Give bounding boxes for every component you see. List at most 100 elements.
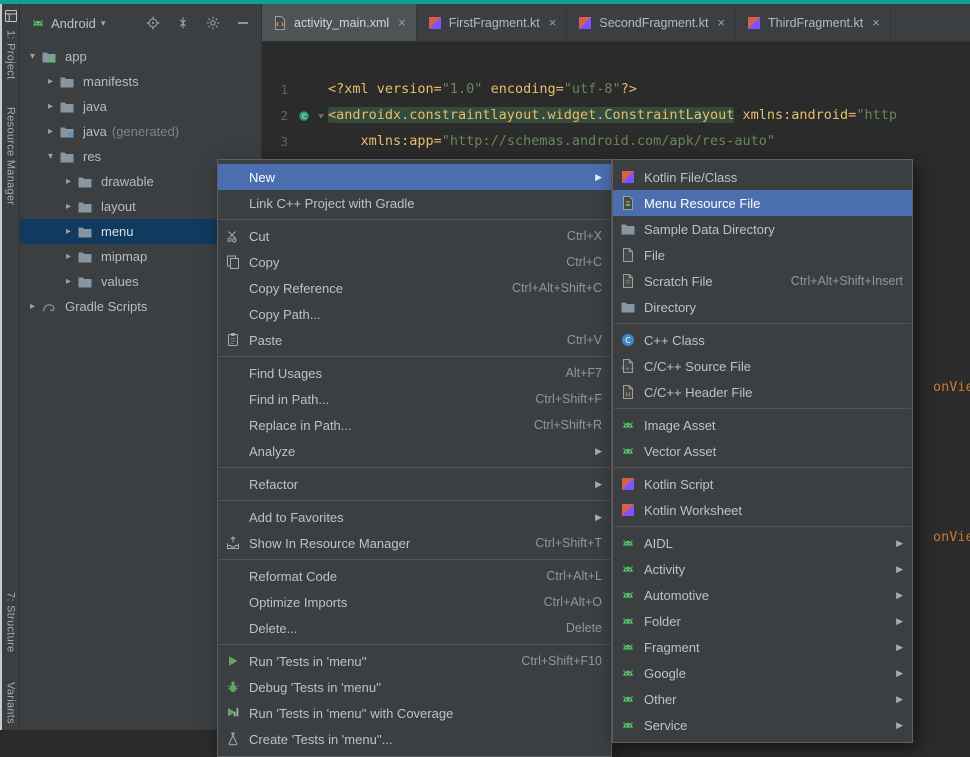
menu-item-c-c-source-file[interactable]: C++C/C++ Source File (613, 353, 912, 379)
menu-item-paste[interactable]: PasteCtrl+V (218, 327, 611, 353)
menu-item-run-tests-in-menu[interactable]: Run 'Tests in 'menu''Ctrl+Shift+F10 (218, 648, 611, 674)
chevron-right-icon[interactable]: ▸ (42, 126, 59, 137)
menu-item-vector-asset[interactable]: Vector Asset (613, 438, 912, 464)
menu-separator (614, 526, 911, 527)
chevron-right-icon[interactable]: ▸ (60, 176, 77, 187)
code-area: 1<?xml version="1.0" encoding="utf-8"?>2… (262, 42, 970, 154)
code-text: <?xml version="1.0" encoding="utf-8"?> (328, 81, 970, 97)
menu-item-file[interactable]: File (613, 242, 912, 268)
tree-item-label: mipmap (101, 249, 147, 264)
tab-thirdfragment-kt[interactable]: ThirdFragment.kt× (736, 4, 891, 41)
menu-item-show-in-resource-manager[interactable]: Show In Resource ManagerCtrl+Shift+T (218, 530, 611, 556)
chevron-right-icon[interactable]: ▸ (24, 301, 41, 312)
menu-item-icon-blank (225, 509, 243, 525)
tree-item-label: java (83, 124, 107, 139)
stripe-button-project[interactable]: 1: Project (5, 30, 17, 79)
gradle-icon (41, 299, 59, 315)
menu-item-fragment[interactable]: Fragment▶ (613, 634, 912, 660)
stripe-button-resource-manager[interactable]: Resource Manager (5, 107, 17, 205)
menu-item-add-to-favorites[interactable]: Add to Favorites▶ (218, 504, 611, 530)
svg-text:C: C (625, 336, 631, 345)
project-tool-icon[interactable] (3, 8, 19, 24)
chevron-down-icon[interactable]: ▾ (24, 51, 41, 62)
menu-item-scratch-file[interactable]: Scratch FileCtrl+Alt+Shift+Insert (613, 268, 912, 294)
chevron-right-icon[interactable]: ▸ (60, 226, 77, 237)
stripe-button-variants[interactable]: Variants (5, 682, 17, 724)
tree-item-app[interactable]: ▾app (20, 44, 261, 69)
menu-item-image-asset[interactable]: Image Asset (613, 412, 912, 438)
tree-item-java[interactable]: ▸java (20, 94, 261, 119)
menu-item-shortcut: Ctrl+C (542, 255, 602, 269)
menu-item-c-class[interactable]: CC++ Class (613, 327, 912, 353)
menu-item-copy-path[interactable]: Copy Path... (218, 301, 611, 327)
menu-item-copy[interactable]: CopyCtrl+C (218, 249, 611, 275)
android-icon (620, 561, 638, 577)
project-view-label: Android (51, 16, 96, 31)
menu-item-icon-blank (225, 169, 243, 185)
locate-icon[interactable] (143, 13, 163, 33)
menu-item-run-tests-in-menu-with-coverage[interactable]: Run 'Tests in 'menu'' with Coverage (218, 700, 611, 726)
menu-item-icon-blank (225, 620, 243, 636)
close-icon[interactable]: × (398, 15, 406, 30)
menu-item-new[interactable]: New▶ (218, 164, 611, 190)
tree-item-label: manifests (83, 74, 139, 89)
menu-item-analyze[interactable]: Analyze▶ (218, 438, 611, 464)
menu-item-menu-resource-file[interactable]: Menu Resource File (613, 190, 912, 216)
menu-item-other[interactable]: Other▶ (613, 686, 912, 712)
chevron-right-icon[interactable]: ▸ (42, 101, 59, 112)
menu-item-icon-blank (225, 391, 243, 407)
close-icon[interactable]: × (872, 15, 880, 30)
menu-item-reformat-code[interactable]: Reformat CodeCtrl+Alt+L (218, 563, 611, 589)
menu-item-folder[interactable]: Folder▶ (613, 608, 912, 634)
menu-item-kotlin-script[interactable]: Kotlin Script (613, 471, 912, 497)
collapse-all-icon[interactable] (173, 13, 193, 33)
menu-item-activity[interactable]: Activity▶ (613, 556, 912, 582)
svg-text:C: C (302, 113, 306, 120)
menu-item-label: Paste (249, 333, 282, 348)
menu-item-c-c-header-file[interactable]: HC/C++ Header File (613, 379, 912, 405)
menu-item-find-usages[interactable]: Find UsagesAlt+F7 (218, 360, 611, 386)
menu-item-debug-tests-in-menu[interactable]: Debug 'Tests in 'menu'' (218, 674, 611, 700)
menu-item-service[interactable]: Service▶ (613, 712, 912, 738)
tab-activity-main-xml[interactable]: activity_main.xml× (262, 4, 417, 41)
menu-item-replace-in-path[interactable]: Replace in Path...Ctrl+Shift+R (218, 412, 611, 438)
hide-icon[interactable] (233, 13, 253, 33)
tree-item-label: Gradle Scripts (65, 299, 147, 314)
menu-item-refactor[interactable]: Refactor▶ (218, 471, 611, 497)
tree-item-label: menu (101, 224, 134, 239)
tool-window-stripe: 1: Project Resource Manager 7: Structure… (0, 4, 20, 730)
menu-item-cut[interactable]: CutCtrl+X (218, 223, 611, 249)
gear-icon[interactable] (203, 13, 223, 33)
project-view-selector[interactable]: Android ▾ (30, 15, 105, 31)
chevron-down-icon[interactable]: ▾ (42, 151, 59, 162)
menu-item-label: Run 'Tests in 'menu'' with Coverage (249, 706, 453, 721)
menu-item-icon-blank (225, 594, 243, 610)
menu-item-google[interactable]: Google▶ (613, 660, 912, 686)
chevron-right-icon[interactable]: ▸ (60, 251, 77, 262)
menu-item-find-in-path[interactable]: Find in Path...Ctrl+Shift+F (218, 386, 611, 412)
close-icon[interactable]: × (717, 15, 725, 30)
chevron-right-icon[interactable]: ▸ (60, 201, 77, 212)
menu-item-icon-blank (225, 280, 243, 296)
tab-secondfragment-kt[interactable]: SecondFragment.kt× (567, 4, 736, 41)
stripe-button-structure[interactable]: 7: Structure (5, 592, 17, 652)
menu-item-kotlin-worksheet[interactable]: Kotlin Worksheet (613, 497, 912, 523)
tab-firstfragment-kt[interactable]: FirstFragment.kt× (417, 4, 568, 41)
menu-item-kotlin-file-class[interactable]: Kotlin File/Class (613, 164, 912, 190)
close-icon[interactable]: × (549, 15, 557, 30)
tree-item-manifests[interactable]: ▸ manifests (20, 69, 261, 94)
menu-item-copy-reference[interactable]: Copy ReferenceCtrl+Alt+Shift+C (218, 275, 611, 301)
menu-item-optimize-imports[interactable]: Optimize ImportsCtrl+Alt+O (218, 589, 611, 615)
menu-item-delete[interactable]: Delete...Delete (218, 615, 611, 641)
submenu-arrow-icon: ▶ (583, 446, 602, 457)
tree-item-java-generated[interactable]: ▸java(generated) (20, 119, 261, 144)
resource-manager-icon (225, 535, 243, 551)
menu-item-sample-data-directory[interactable]: Sample Data Directory (613, 216, 912, 242)
chevron-right-icon[interactable]: ▸ (42, 76, 59, 87)
menu-item-aidl[interactable]: AIDL▶ (613, 530, 912, 556)
res-folder-icon (77, 274, 95, 290)
menu-item-link-c-project-with-gradle[interactable]: Link C++ Project with Gradle (218, 190, 611, 216)
chevron-right-icon[interactable]: ▸ (60, 276, 77, 287)
menu-item-automotive[interactable]: Automotive▶ (613, 582, 912, 608)
menu-item-directory[interactable]: Directory (613, 294, 912, 320)
